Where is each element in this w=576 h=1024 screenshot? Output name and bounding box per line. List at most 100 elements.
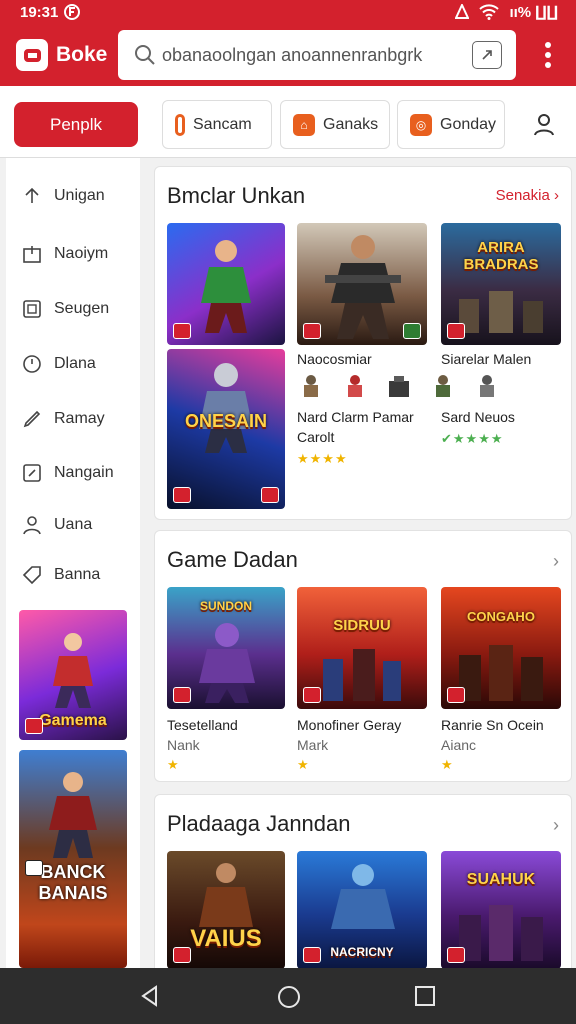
sidebar-item-label: Banna bbox=[54, 566, 101, 583]
tab-primary[interactable]: Penplk bbox=[14, 102, 138, 147]
sidebar-item-nangain[interactable]: Nangain bbox=[6, 453, 140, 493]
status-time: 19:31 bbox=[20, 3, 59, 21]
system-nav-bar bbox=[0, 968, 576, 1024]
back-triangle-icon[interactable] bbox=[138, 984, 162, 1008]
knight-figure-icon bbox=[199, 363, 253, 453]
chevron-right-icon[interactable]: › bbox=[553, 815, 559, 836]
game-desc: Sard Neuos bbox=[441, 409, 515, 425]
game-poster[interactable]: SIDRUU bbox=[297, 587, 427, 709]
scan-icon[interactable] bbox=[472, 41, 502, 69]
sidebar-poster[interactable]: Gamema bbox=[19, 610, 127, 740]
tab-label: Ganaks bbox=[323, 115, 379, 133]
game-name[interactable]: Tesetelland bbox=[167, 717, 238, 733]
poster-badge bbox=[173, 687, 191, 703]
recents-square-icon[interactable] bbox=[414, 985, 436, 1007]
game-poster[interactable]: ONESAIN bbox=[167, 349, 285, 509]
game-poster[interactable]: SUNDON bbox=[167, 587, 285, 709]
game-name[interactable]: Ranrie Sn Ocein bbox=[441, 717, 544, 733]
poster-badge bbox=[303, 323, 321, 339]
poster-badge bbox=[303, 687, 321, 703]
game-name[interactable]: Monofiner Geray bbox=[297, 717, 401, 733]
app-bar: Boke obanaoolngan anoannenranbgrk bbox=[0, 24, 576, 86]
tab-ganaks[interactable]: ⌂ Ganaks bbox=[280, 100, 390, 149]
sidebar-item-unigan[interactable]: Unigan bbox=[6, 176, 140, 216]
poster-title: ONESAIN bbox=[184, 411, 267, 431]
poster-title: SUAHUK bbox=[466, 871, 536, 888]
game-poster[interactable]: NACRICNY bbox=[297, 851, 427, 968]
character-mini-icon bbox=[389, 376, 409, 397]
poster-badge bbox=[173, 947, 191, 963]
wifi-icon bbox=[479, 4, 500, 20]
game-poster[interactable] bbox=[167, 223, 285, 345]
poster-badge bbox=[261, 487, 279, 503]
section-title: Game Dadan bbox=[167, 547, 298, 572]
status-bar: 19:31 ıı% ∐∐ bbox=[0, 0, 576, 24]
sidebar-item-ramay[interactable]: Ramay bbox=[6, 399, 140, 439]
game-desc: Carolt bbox=[297, 429, 335, 445]
poster-badge bbox=[447, 947, 465, 963]
sidebar-item-uana[interactable]: Uana bbox=[6, 505, 140, 545]
search-icon[interactable] bbox=[132, 42, 158, 68]
home-circle-icon[interactable] bbox=[276, 984, 302, 1010]
sidebar-item-label: Naoiym bbox=[54, 245, 109, 262]
warrior-figure-icon bbox=[49, 772, 97, 858]
section-title: Bmclar Unkan bbox=[167, 183, 306, 208]
tag-icon bbox=[22, 566, 41, 585]
section-link[interactable]: Senakia › bbox=[496, 187, 559, 204]
warriors-figure-icon bbox=[459, 645, 543, 701]
tab-label: Gonday bbox=[440, 115, 497, 133]
alert-icon bbox=[455, 4, 470, 19]
rating-stars: ★ bbox=[297, 757, 310, 772]
image-box-icon bbox=[23, 300, 41, 318]
mech-figure-icon bbox=[331, 864, 395, 929]
person-icon bbox=[23, 516, 41, 535]
game-poster[interactable]: CONGAHO bbox=[441, 587, 561, 709]
app-logo-icon[interactable] bbox=[16, 39, 48, 71]
poster-badge bbox=[447, 687, 465, 703]
capsule-icon bbox=[175, 113, 185, 136]
chevron-right-icon[interactable]: › bbox=[553, 551, 559, 572]
more-vertical-icon[interactable] bbox=[544, 42, 552, 68]
character-mini-icon bbox=[480, 375, 494, 397]
section-title: Pladaaga Janndan bbox=[167, 811, 351, 836]
game-name[interactable]: Naocosmiar bbox=[297, 351, 372, 367]
sidebar-item-seugen[interactable]: Seugen bbox=[6, 289, 140, 329]
bookmark-box-icon bbox=[23, 246, 41, 263]
poster-badge bbox=[303, 947, 321, 963]
user-icon[interactable] bbox=[532, 112, 556, 136]
home-badge-icon: ⌂ bbox=[293, 113, 315, 136]
game-poster[interactable]: SUAHUK bbox=[441, 851, 561, 968]
sidebar-item-label: Dlana bbox=[54, 355, 96, 372]
edit-box-icon bbox=[23, 464, 41, 482]
sidebar-item-label: Seugen bbox=[54, 300, 110, 317]
game-name[interactable]: Siarelar Malen bbox=[441, 351, 531, 367]
character-mini-icon bbox=[436, 375, 450, 397]
sidebar-item-label: Uana bbox=[54, 516, 93, 533]
clock-icon bbox=[23, 355, 41, 373]
tab-label: Sancam bbox=[193, 115, 252, 133]
game-poster[interactable]: VAIUS bbox=[167, 851, 285, 968]
game-sub: Nank bbox=[167, 737, 200, 753]
sidebar-item-label: Nangain bbox=[54, 464, 114, 481]
rating-stars: ★★★★ bbox=[297, 451, 348, 466]
poster-badge bbox=[173, 487, 191, 503]
search-input[interactable]: obanaoolngan anoannenranbgrk bbox=[162, 45, 442, 66]
sidebar-item-banna[interactable]: Banna bbox=[6, 555, 140, 595]
sidebar-item-label: Ramay bbox=[54, 410, 105, 427]
game-poster[interactable] bbox=[297, 223, 427, 345]
poster-badge bbox=[447, 323, 465, 339]
tab-sancam[interactable]: Sancam bbox=[162, 100, 272, 149]
tab-gonday[interactable]: ◎ Gonday bbox=[397, 100, 505, 149]
character-mini-icon bbox=[304, 375, 318, 397]
sidebar-item-naoiym[interactable]: Naoiym bbox=[6, 234, 140, 274]
game-poster[interactable]: ARIRA BRADRAS bbox=[441, 223, 561, 345]
creature-figure-icon bbox=[199, 623, 255, 703]
sidebar-poster[interactable]: BANCK BANAIS bbox=[19, 750, 127, 968]
game-sub: Aianc bbox=[441, 737, 477, 753]
sidebar-item-dlana[interactable]: Dlana bbox=[6, 344, 140, 384]
section-card: Game Dadan › SUNDON SIDRUU CONGAHO Teset… bbox=[154, 530, 572, 782]
search-bar[interactable]: obanaoolngan anoannenranbgrk bbox=[118, 30, 516, 80]
sidebar-item-label: Unigan bbox=[54, 187, 105, 204]
notification-icon bbox=[64, 4, 81, 20]
poster-title: CONGAHO bbox=[467, 609, 535, 624]
